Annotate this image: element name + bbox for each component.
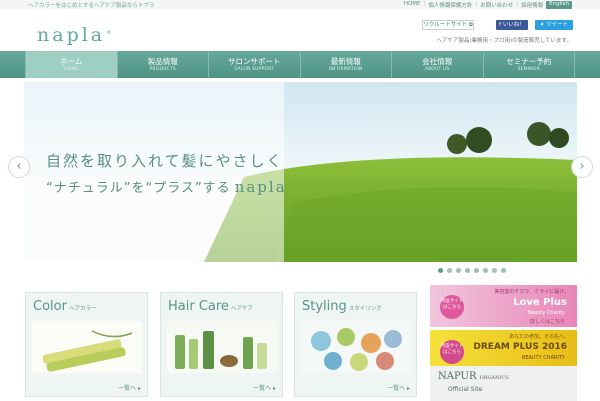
top-link-privacy[interactable]: 個人情報保護方針 — [428, 1, 472, 9]
slider-dot[interactable] — [456, 268, 461, 273]
recruit-label: リクルートサイト — [423, 22, 468, 28]
nav-label: 製品情報 — [147, 56, 178, 66]
chevron-left-icon: ‹ — [16, 159, 22, 174]
hero-landscape-image — [24, 82, 577, 262]
site-logo[interactable]: napla® — [37, 24, 111, 46]
logo-text: napla — [37, 24, 106, 46]
nav-sublabel: INFORMATION — [328, 66, 363, 72]
slider-dot[interactable] — [492, 268, 497, 273]
top-link-home[interactable]: HOME — [404, 1, 421, 9]
slider-prev-button[interactable]: ‹ — [8, 156, 30, 178]
haircare-bottles-image — [167, 321, 277, 373]
card-subtitle: ヘアカラー — [68, 306, 97, 312]
slider-dot[interactable] — [465, 268, 470, 273]
nav-sublabel: SEMINOR — [517, 66, 540, 72]
banner-title: DREAM PLUS 2016 — [473, 342, 567, 352]
external-link-icon: ⧉ — [468, 22, 473, 28]
nav-sublabel: HOME — [64, 66, 79, 72]
top-link-recruit[interactable]: 採用情報 — [521, 1, 543, 9]
twitter-label: ツイート — [546, 22, 569, 28]
card-title: Hair Care ヘアケア — [168, 299, 253, 314]
banner-more-link[interactable]: 詳しくはこちら — [530, 318, 565, 325]
card-title: Styling スタイリング — [302, 299, 382, 314]
banner-sub: Beauty Charity — [527, 310, 565, 316]
slider-dots — [438, 268, 506, 273]
card-title-text: Styling — [302, 299, 347, 314]
main-nav: ホーム HOME 製品情報 PRODUCTS サロンサポート SALON SUPPOR… — [0, 51, 600, 78]
slider-dot[interactable] — [483, 268, 488, 273]
tagline: ヘアカラーをはじめとするヘアケア製品ならナプラ — [28, 3, 155, 9]
nav-item-home[interactable]: ホーム HOME — [25, 51, 118, 78]
nav-sublabel: SALON SUPPORT — [234, 66, 275, 72]
chevron-right-icon: › — [579, 159, 585, 174]
card-subtitle: スタイリング — [348, 306, 382, 312]
nav-label: 最新情報 — [330, 56, 361, 66]
category-card-color[interactable]: Color ヘアカラー 一覧へ ▸ — [25, 292, 148, 397]
napur-organics-banner[interactable]: NAPUR ORGANICS Official Site — [430, 366, 577, 401]
category-card-haircare[interactable]: Hair Care ヘアケア 一覧へ ▸ — [160, 292, 283, 397]
card-title-text: Hair Care — [168, 299, 229, 314]
nav-item-salon-support[interactable]: サロンサポート SALON SUPPORT — [209, 51, 301, 78]
nav-sublabel: PRODUCTS — [149, 66, 176, 72]
slider-next-button[interactable]: › — [571, 156, 593, 178]
facebook-like-button[interactable]: f いいね！ — [496, 20, 528, 30]
banner-sub: BEAUTY CHARITY — [521, 355, 565, 361]
card-more-link[interactable]: 一覧へ ▸ — [387, 383, 410, 392]
special-site-badge: 特設サイトはこちら — [440, 295, 464, 319]
nav-label: サロンサポート — [228, 56, 281, 66]
card-more-link[interactable]: 一覧へ ▸ — [253, 383, 276, 392]
english-button[interactable]: English — [546, 1, 572, 9]
banner-head: 美容室のチカラ、ミライに届け。 — [494, 289, 569, 295]
nav-item-seminar[interactable]: セミナー予約 SEMINOR — [484, 51, 575, 78]
nav-item-information[interactable]: 最新情報 INFORMATION — [301, 51, 392, 78]
facebook-label: いいね！ — [502, 22, 525, 28]
slider-dot[interactable] — [438, 268, 443, 273]
slider-dot[interactable] — [474, 268, 479, 273]
special-site-badge: 特設サイトはこちら — [440, 340, 464, 364]
facebook-icon: f — [499, 22, 502, 28]
styling-jars-image — [301, 321, 411, 373]
hero-slider[interactable]: 自然を取り入れて髪にやさしく “ナチュラル”を“プラス”する napla — [24, 82, 577, 262]
nav-label: 会社情報 — [422, 56, 453, 66]
banner-title-suffix: ORGANICS — [479, 375, 509, 381]
nav-item-about[interactable]: 会社情報 ABOUT US — [392, 51, 484, 78]
logo-mark: ® — [106, 29, 112, 36]
top-link-contact[interactable]: お問い合わせ — [480, 1, 513, 9]
card-subtitle: ヘアケア — [230, 306, 253, 312]
love-plus-banner[interactable]: 特設サイトはこちら 美容室のチカラ、ミライに届け。 Love Plus Beau… — [430, 285, 577, 327]
nav-label: ホーム — [60, 56, 83, 66]
slider-dot[interactable] — [501, 268, 506, 273]
nav-label: セミナー予約 — [506, 56, 552, 66]
card-title-text: Color — [33, 299, 67, 314]
nav-sublabel: ABOUT US — [424, 66, 450, 72]
twitter-tweet-button[interactable]: ✦ ツイート — [535, 20, 573, 30]
hero-subheadline-text: “ナチュラル”を“プラス”する — [46, 181, 231, 196]
nav-item-products[interactable]: 製品情報 PRODUCTS — [118, 51, 209, 78]
banner-sub: Official Site — [448, 386, 483, 393]
hero-subheadline: “ナチュラル”を“プラス”する napla — [46, 177, 287, 196]
top-links: HOME | 個人情報保護方針 | お問い合わせ | 採用情報 English — [404, 1, 572, 9]
category-card-styling[interactable]: Styling スタイリング 一覧へ ▸ — [294, 292, 417, 397]
recruit-site-button[interactable]: リクルートサイト ⧉ — [422, 20, 474, 30]
slider-dot[interactable] — [447, 268, 452, 273]
hair-color-tubes-image — [32, 321, 142, 373]
banner-title: Love Plus — [513, 297, 567, 308]
twitter-icon: ✦ — [539, 22, 545, 28]
hero-headline: 自然を取り入れて髪にやさしく — [46, 152, 284, 170]
header-subnote: ヘアケア製品(業務用・プロ用)の製造販売しています。 — [436, 38, 572, 44]
banner-title: NAPUR ORGANICS — [438, 371, 509, 382]
banner-head: あなたの参加、その先へ。 — [508, 334, 569, 340]
card-more-link[interactable]: 一覧へ ▸ — [118, 383, 141, 392]
banner-title-text: NAPUR — [438, 371, 477, 382]
hero-logo: napla — [234, 178, 287, 196]
card-title: Color ヘアカラー — [33, 299, 96, 314]
